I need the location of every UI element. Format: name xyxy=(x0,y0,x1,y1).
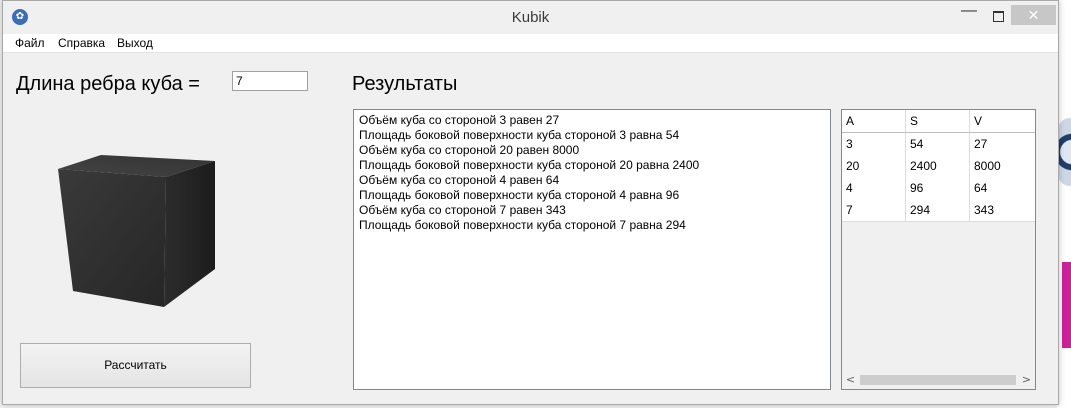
table-cell[interactable]: 54 xyxy=(906,133,970,155)
column-header-v[interactable]: V xyxy=(970,110,1035,132)
maximize-icon xyxy=(993,11,1004,22)
table-cell[interactable]: 64 xyxy=(970,177,1035,199)
table-cell[interactable]: 7 xyxy=(842,199,906,221)
edge-length-label: Длина ребра куба = xyxy=(16,73,200,95)
table-cell[interactable]: 3 xyxy=(842,133,906,155)
menu-file[interactable]: Файл xyxy=(15,36,45,50)
result-line: Площадь боковой поверхности куба стороно… xyxy=(359,128,680,142)
results-grid[interactable]: A S V 3 54 27 20 2400 8000 4 96 64 7 294… xyxy=(841,109,1036,390)
results-title: Результаты xyxy=(352,73,458,95)
calculate-button[interactable]: Рассчитать xyxy=(20,343,251,388)
result-line: Площадь боковой поверхности куба стороно… xyxy=(359,218,686,232)
result-line: Объём куба со стороной 20 равен 8000 xyxy=(359,143,580,157)
column-header-a[interactable]: A xyxy=(842,110,906,132)
result-line: Объём куба со стороной 4 равен 64 xyxy=(359,173,560,187)
table-cell[interactable]: 4 xyxy=(842,177,906,199)
background-app-strip xyxy=(1062,262,1071,348)
table-cell[interactable]: 8000 xyxy=(970,155,1035,177)
title-bar: ✿ Kubik — ✕ xyxy=(3,1,1058,33)
menu-help[interactable]: Справка xyxy=(58,36,105,50)
scrollbar-thumb[interactable] xyxy=(860,375,1016,385)
table-cell[interactable]: 343 xyxy=(970,199,1035,221)
table-row[interactable]: 20 2400 8000 xyxy=(842,155,1035,178)
result-line: Объём куба со стороной 7 равен 343 xyxy=(359,203,566,217)
scroll-left-icon[interactable]: < xyxy=(842,371,859,389)
table-row[interactable]: 4 96 64 xyxy=(842,177,1035,200)
close-button[interactable]: ✕ xyxy=(1011,5,1056,25)
edge-length-input[interactable] xyxy=(232,71,308,91)
menu-exit[interactable]: Выход xyxy=(117,36,153,50)
maximize-button[interactable] xyxy=(984,3,1010,29)
table-row[interactable]: 3 54 27 xyxy=(842,133,1035,156)
window-title: Kubik xyxy=(511,9,550,26)
table-row[interactable]: 7 294 343 xyxy=(842,199,1035,222)
table-cell[interactable]: 20 xyxy=(842,155,906,177)
cube-image xyxy=(58,155,215,307)
grid-header-row: A S V xyxy=(842,110,1035,133)
minimize-button[interactable]: — xyxy=(956,3,982,29)
result-line: Площадь боковой поверхности куба стороно… xyxy=(359,188,680,202)
result-line: Площадь боковой поверхности куба стороно… xyxy=(359,158,700,172)
table-cell[interactable]: 294 xyxy=(906,199,970,221)
result-line: Объём куба со стороной 3 равен 27 xyxy=(359,113,560,127)
results-textbox[interactable]: Объём куба со стороной 3 равен 27 Площад… xyxy=(353,109,831,390)
column-header-s[interactable]: S xyxy=(906,110,970,132)
menu-bar: Файл Справка Выход xyxy=(3,34,1058,53)
table-cell[interactable]: 2400 xyxy=(906,155,970,177)
scroll-right-icon[interactable]: > xyxy=(1018,371,1035,389)
horizontal-scrollbar[interactable]: < > xyxy=(842,371,1035,389)
table-cell[interactable]: 96 xyxy=(906,177,970,199)
table-cell[interactable]: 27 xyxy=(970,133,1035,155)
app-window: ✿ Kubik — ✕ Файл Справка Выход Длина реб… xyxy=(2,0,1059,405)
